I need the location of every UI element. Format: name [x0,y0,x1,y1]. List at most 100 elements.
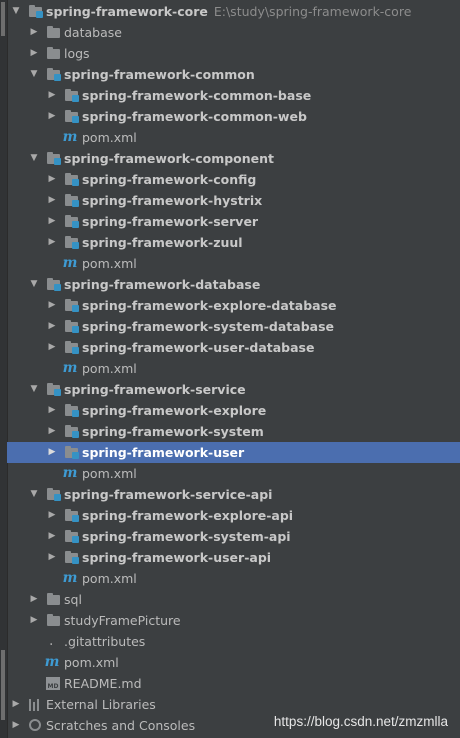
folder-icon [46,614,62,627]
collapsed-arrow-icon[interactable]: ▶ [10,715,22,736]
tree-node-database-module[interactable]: ▼ spring-framework-database [7,274,460,295]
collapsed-arrow-icon[interactable]: ▶ [28,610,40,631]
collapsed-arrow-icon[interactable]: ▶ [46,547,58,568]
expanded-arrow-icon[interactable]: ▼ [28,484,40,505]
gitattributes-icon [47,631,58,652]
collapsed-arrow-icon[interactable]: ▶ [46,526,58,547]
tree-node-child[interactable]: ▶ spring-framework-user-api [7,547,460,568]
root-label: spring-framework-core [46,4,208,19]
markdown-file-icon: MD [46,677,60,690]
collapsed-arrow-icon[interactable]: ▶ [28,43,40,64]
module-folder-icon [64,404,80,417]
node-label: README.md [64,676,142,691]
tree-node-child[interactable]: ▶ spring-framework-explore-api [7,505,460,526]
node-label: spring-framework-user [82,445,245,460]
collapsed-arrow-icon[interactable]: ▶ [28,589,40,610]
tree-node-sql[interactable]: ▶ sql [7,589,460,610]
tree-node-child[interactable]: ▶ spring-framework-system [7,421,460,442]
tree-node-child[interactable]: ▶ spring-framework-server [7,211,460,232]
expanded-arrow-icon[interactable]: ▼ [28,274,40,295]
tree-node-child[interactable]: ▶ spring-framework-explore-database [7,295,460,316]
module-folder-icon [64,320,80,333]
tree-node-logs[interactable]: ▶ logs [7,43,460,64]
expanded-arrow-icon[interactable]: ▼ [10,1,22,22]
collapsed-arrow-icon[interactable]: ▶ [46,400,58,421]
node-label: database [64,25,122,40]
module-folder-icon [64,425,80,438]
node-label: spring-framework-explore-database [82,298,337,313]
collapsed-arrow-icon[interactable]: ▶ [46,169,58,190]
tree-node-gitattributes[interactable]: .gitattributes [7,631,460,652]
node-label: pom.xml [82,466,137,481]
tree-node-child[interactable]: ▶ spring-framework-config [7,169,460,190]
collapsed-arrow-icon[interactable]: ▶ [46,232,58,253]
collapsed-arrow-icon[interactable]: ▶ [46,295,58,316]
tree-node-selected[interactable]: ▶ spring-framework-user [7,442,460,463]
collapsed-arrow-icon[interactable]: ▶ [46,421,58,442]
tree-node-common[interactable]: ▼ spring-framework-common [7,64,460,85]
node-label: pom.xml [82,256,137,271]
module-folder-icon [46,152,62,165]
collapsed-arrow-icon[interactable]: ▶ [28,22,40,43]
collapsed-arrow-icon[interactable]: ▶ [46,106,58,127]
collapsed-arrow-icon[interactable]: ▶ [46,505,58,526]
node-label: spring-framework-zuul [82,235,243,250]
tree-node-database[interactable]: ▶ database [7,22,460,43]
node-label: spring-framework-common-web [82,109,307,124]
module-folder-icon [64,173,80,186]
expanded-arrow-icon[interactable]: ▼ [28,64,40,85]
collapsed-arrow-icon[interactable]: ▶ [46,211,58,232]
node-label: pom.xml [82,571,137,586]
tree-node-studyframepicture[interactable]: ▶ studyFramePicture [7,610,460,631]
module-folder-icon [64,551,80,564]
node-label: pom.xml [82,130,137,145]
module-folder-icon [46,278,62,291]
tree-node-service-api[interactable]: ▼ spring-framework-service-api [7,484,460,505]
root-path: E:\study\spring-framework-core [213,4,412,19]
node-label: logs [64,46,90,61]
tree-node-pom[interactable]: m pom.xml [7,253,460,274]
node-label: spring-framework-system [82,424,264,439]
collapsed-arrow-icon[interactable]: ▶ [46,85,58,106]
node-label: spring-framework-server [82,214,259,229]
tree-node-pom[interactable]: m pom.xml [7,463,460,484]
collapsed-arrow-icon[interactable]: ▶ [46,190,58,211]
node-label: studyFramePicture [64,613,181,628]
maven-icon: m [44,654,60,670]
tree-node-root-pom[interactable]: m pom.xml [7,652,460,673]
structure-tool-tab[interactable] [1,650,5,720]
expanded-arrow-icon[interactable]: ▼ [28,379,40,400]
maven-icon: m [62,360,78,376]
watermark: https://blog.csdn.net/zmzmlla [273,714,448,729]
tree-node-external-libraries[interactable]: ▶ External Libraries [7,694,460,715]
tree-node-service[interactable]: ▼ spring-framework-service [7,379,460,400]
tree-node-child[interactable]: ▶ spring-framework-common-base [7,85,460,106]
node-label: spring-framework-common [64,67,255,82]
tree-node-pom[interactable]: m pom.xml [7,568,460,589]
collapsed-arrow-icon[interactable]: ▶ [46,442,58,463]
tree-node-readme[interactable]: MD README.md [7,673,460,694]
module-folder-icon [64,110,80,123]
tree-node-child[interactable]: ▶ spring-framework-common-web [7,106,460,127]
tree-node-child[interactable]: ▶ spring-framework-explore [7,400,460,421]
module-folder-icon [64,236,80,249]
node-label: pom.xml [82,361,137,376]
tree-node-component[interactable]: ▼ spring-framework-component [7,148,460,169]
tree-node-child[interactable]: ▶ spring-framework-hystrix [7,190,460,211]
node-label: spring-framework-user-database [82,340,315,355]
tree-node-child[interactable]: ▶ spring-framework-user-database [7,337,460,358]
collapsed-arrow-icon[interactable]: ▶ [46,337,58,358]
node-label: spring-framework-component [64,151,275,166]
tree-node-child[interactable]: ▶ spring-framework-zuul [7,232,460,253]
project-tool-tab[interactable] [1,2,5,36]
maven-icon: m [62,255,78,271]
tree-node-child[interactable]: ▶ spring-framework-system-database [7,316,460,337]
tree-node-pom[interactable]: m pom.xml [7,358,460,379]
tree-node-child[interactable]: ▶ spring-framework-system-api [7,526,460,547]
tree-node-pom[interactable]: m pom.xml [7,127,460,148]
node-label: pom.xml [64,655,119,670]
expanded-arrow-icon[interactable]: ▼ [28,148,40,169]
collapsed-arrow-icon[interactable]: ▶ [10,694,22,715]
collapsed-arrow-icon[interactable]: ▶ [46,316,58,337]
tree-node-root[interactable]: ▼ spring-framework-core E:\study\spring-f… [7,1,460,22]
